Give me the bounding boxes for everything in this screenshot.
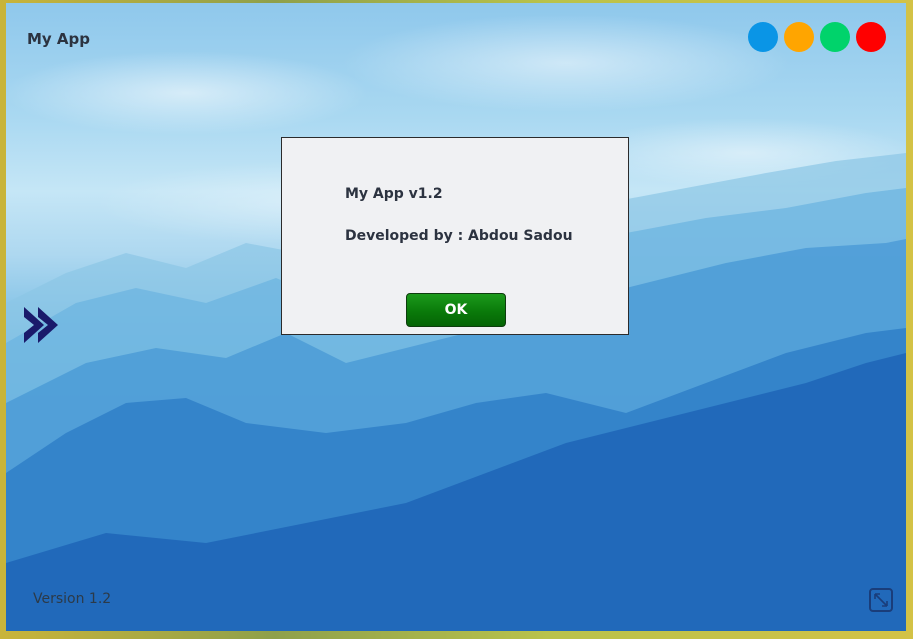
resize-button[interactable]	[869, 588, 893, 612]
double-chevron-right-icon	[24, 307, 58, 343]
app-title: My App	[27, 30, 91, 48]
about-dialog: My App v1.2 Developed by : Abdou Sadou O…	[281, 137, 629, 335]
green-dot-button[interactable]	[820, 22, 850, 52]
nav-toggle-button[interactable]	[20, 303, 64, 347]
dialog-app-version: My App v1.2	[345, 186, 443, 202]
dialog-developer: Developed by : Abdou Sadou	[345, 228, 573, 244]
ok-button[interactable]: OK	[406, 293, 506, 327]
orange-dot-button[interactable]	[784, 22, 814, 52]
red-dot-button[interactable]	[856, 22, 886, 52]
blue-dot-button[interactable]	[748, 22, 778, 52]
window-controls	[748, 22, 886, 52]
expand-icon	[874, 593, 888, 607]
version-label: Version 1.2	[33, 591, 112, 607]
app-window: My App Version 1.2 My App v1.2 Developed…	[6, 3, 906, 631]
